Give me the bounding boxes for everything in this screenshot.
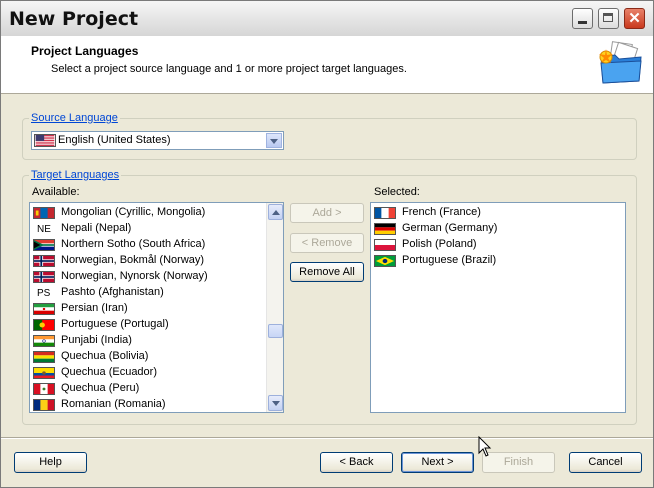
mouse-cursor-icon	[478, 436, 492, 457]
available-language-label: Persian (Iran)	[61, 302, 128, 314]
scroll-down-icon[interactable]	[268, 395, 283, 411]
selected-label: Selected:	[374, 186, 420, 198]
add-button[interactable]: Add >	[290, 203, 364, 223]
bolivia-flag-icon	[33, 351, 55, 363]
poland-flag-icon	[374, 239, 396, 251]
available-scrollbar[interactable]	[266, 203, 283, 412]
available-languages-list[interactable]: Romanian (Romania) Quechua (Peru) Quechua …	[29, 202, 284, 413]
peru-flag-icon	[33, 383, 55, 395]
page-title: Project Languages	[31, 44, 139, 58]
chevron-down-icon[interactable]	[266, 133, 282, 148]
selected-language-label: German (Germany)	[402, 222, 498, 234]
close-button[interactable]: ✕	[624, 8, 645, 29]
source-language-value: English (United States)	[58, 134, 171, 146]
available-language-label: Pashto (Afghanistan)	[61, 286, 164, 298]
available-language-label: Mongolian (Cyrillic, Mongolia)	[61, 206, 206, 218]
maximize-icon	[599, 9, 618, 28]
close-icon: ✕	[628, 10, 641, 27]
available-language-label: Punjabi (India)	[61, 334, 132, 346]
available-language-label: Portuguese (Portugal)	[61, 318, 169, 330]
scroll-up-icon[interactable]	[268, 204, 283, 220]
ecuador-flag-icon	[33, 367, 55, 379]
mongolia-flag-icon	[33, 207, 55, 219]
available-language-label: Northern Sotho (South Africa)	[61, 238, 206, 250]
help-button[interactable]: Help	[14, 452, 87, 473]
selected-language-label: Portuguese (Brazil)	[402, 254, 497, 266]
available-language-label: Quechua (Bolivia)	[61, 350, 149, 362]
available-language-label: Nepali (Nepal)	[61, 222, 132, 234]
iran-flag-icon	[33, 303, 55, 315]
scroll-thumb[interactable]	[268, 324, 283, 338]
available-language-label: Norwegian, Bokmål (Norway)	[61, 254, 205, 266]
available-language-label: Quechua (Ecuador)	[61, 366, 157, 378]
selected-language-label: Polish (Poland)	[402, 238, 477, 250]
india-flag-icon	[33, 335, 55, 347]
brazil-flag-icon	[374, 255, 396, 267]
maximize-button[interactable]	[598, 8, 619, 29]
target-languages-legend: Target Languages	[29, 169, 122, 181]
minimize-button[interactable]	[572, 8, 593, 29]
language-code-icon: PS	[37, 288, 51, 299]
available-language-label: Quechua (Peru)	[61, 382, 140, 394]
language-code-icon: NE	[37, 224, 51, 235]
remove-all-button[interactable]: Remove All	[290, 262, 364, 282]
footer-divider	[1, 437, 653, 439]
germany-flag-icon	[374, 223, 396, 235]
norway-flag-icon	[33, 255, 55, 267]
page-subtitle: Select a project source language and 1 o…	[51, 63, 407, 75]
available-label: Available:	[32, 186, 80, 198]
wizard-header: Project Languages Select a project sourc…	[1, 36, 653, 94]
window-title: New Project	[9, 8, 139, 30]
new-project-window: New Project ✕ Project Languages Select a…	[0, 0, 654, 488]
source-language-dropdown[interactable]: English (United States)	[31, 131, 284, 150]
norway-flag-icon	[33, 271, 55, 283]
finish-button[interactable]: Finish	[482, 452, 555, 473]
project-folder-icon	[599, 41, 642, 84]
south-africa-flag-icon	[33, 239, 55, 251]
available-language-label: Norwegian, Nynorsk (Norway)	[61, 270, 208, 282]
portugal-flag-icon	[33, 319, 55, 331]
selected-language-label: French (France)	[402, 206, 481, 218]
minimize-icon	[573, 9, 592, 28]
available-language-label: Romanian (Romania)	[61, 398, 166, 410]
france-flag-icon	[374, 207, 396, 219]
selected-languages-list[interactable]: Portuguese (Brazil) Polish (Poland) German…	[370, 202, 626, 413]
romania-flag-icon	[33, 399, 55, 411]
source-language-legend: Source Language	[29, 112, 120, 124]
title-bar[interactable]: New Project ✕	[1, 1, 653, 36]
next-button[interactable]: Next >	[401, 452, 474, 473]
cancel-button[interactable]: Cancel	[569, 452, 642, 473]
us-flag-icon	[34, 134, 56, 147]
remove-button[interactable]: < Remove	[290, 233, 364, 253]
back-button[interactable]: < Back	[320, 452, 393, 473]
